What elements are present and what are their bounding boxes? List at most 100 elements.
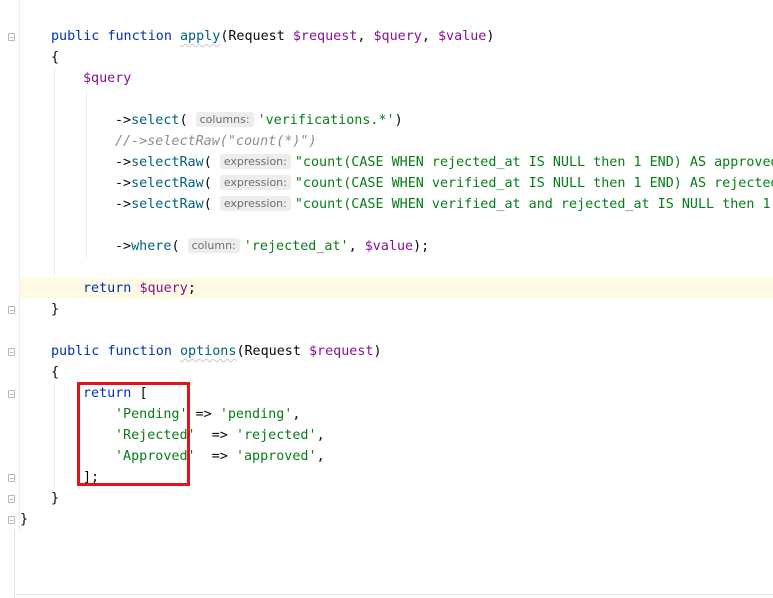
fold-icon[interactable]	[8, 516, 15, 524]
code-line[interactable]: }	[20, 509, 773, 530]
code-text: {	[51, 47, 59, 68]
code-text: public function apply(Request $request, …	[51, 26, 494, 47]
code-token: ->	[115, 113, 132, 128]
code-token: ->	[115, 155, 132, 170]
code-token: ;	[187, 281, 196, 296]
code-token: apply	[180, 29, 221, 44]
code-token: 'pending'	[219, 407, 293, 422]
code-token: (Request	[236, 344, 309, 359]
code-token: {	[51, 365, 60, 380]
code-token: =>	[187, 407, 220, 422]
code-token: $request	[309, 344, 374, 359]
code-text: ->selectRaw( expression: "count(CASE WHEN…	[115, 152, 773, 173]
code-line[interactable]: //->selectRaw("count(*)")	[20, 131, 773, 152]
panel-border	[14, 594, 773, 595]
code-token: "count(CASE WHEN verified_at IS NULL the…	[294, 176, 773, 191]
code-line[interactable]: ->selectRaw( expression: "count(CASE WHEN…	[20, 194, 773, 215]
code-token: ->	[115, 176, 132, 191]
code-token: public	[51, 344, 108, 359]
parameter-hint: columns:	[195, 112, 254, 127]
code-line[interactable]: public function options(Request $request…	[20, 341, 773, 362]
code-token: (	[203, 176, 220, 191]
code-text: $query	[83, 68, 131, 89]
code-token: (	[179, 113, 196, 128]
code-line[interactable]	[20, 257, 773, 278]
code-token: $value	[438, 29, 487, 44]
code-line[interactable]: ->where( column:'rejected_at', $value);	[20, 236, 773, 257]
code-token: =>	[195, 449, 236, 464]
code-token: selectRaw	[131, 197, 204, 212]
code-token: }	[20, 512, 29, 527]
code-token: ,	[292, 407, 301, 422]
editor-gutter	[0, 0, 20, 530]
panel-border	[14, 530, 15, 598]
code-token: (	[171, 239, 188, 254]
fold-icon[interactable]	[8, 495, 15, 503]
code-token: 'rejected_at'	[243, 239, 349, 254]
code-line[interactable]	[20, 89, 773, 110]
code-token: {	[51, 50, 60, 65]
code-token: ,	[316, 428, 325, 443]
code-line[interactable]: }	[20, 488, 773, 509]
fold-icon[interactable]	[8, 348, 15, 356]
code-token: }	[51, 302, 60, 317]
code-text: public function options(Request $request…	[51, 341, 382, 362]
code-token: )	[394, 113, 403, 128]
code-token: function	[107, 344, 180, 359]
code-text: {	[51, 362, 59, 383]
code-token: (Request	[220, 29, 293, 44]
code-token: ->	[115, 197, 132, 212]
code-token: (	[203, 155, 220, 170]
code-line[interactable]: public function apply(Request $request, …	[20, 26, 773, 47]
code-text: }	[51, 299, 59, 320]
code-token: selectRaw	[131, 176, 204, 191]
code-token: );	[413, 239, 430, 254]
code-token: options	[180, 344, 237, 359]
code-line[interactable]: $query	[20, 68, 773, 89]
code-token: "count(CASE WHEN verified_at and rejecte…	[294, 197, 773, 212]
code-token: )	[373, 344, 382, 359]
fold-icon[interactable]	[8, 33, 15, 41]
code-line[interactable]	[20, 320, 773, 341]
code-text: ->selectRaw( expression: "count(CASE WHEN…	[115, 173, 773, 194]
empty-panel	[14, 530, 773, 598]
code-token: 'approved'	[235, 449, 317, 464]
code-token: 'rejected'	[235, 428, 317, 443]
code-token: select	[131, 113, 180, 128]
code-token: ,	[421, 29, 438, 44]
code-token: return	[83, 281, 140, 296]
code-token: //->selectRaw("count(*)")	[115, 134, 317, 149]
code-text: return $query;	[83, 278, 196, 299]
highlight-box	[77, 382, 190, 486]
code-line[interactable]: {	[20, 362, 773, 383]
code-token: =>	[195, 428, 236, 443]
code-line[interactable]: }	[20, 299, 773, 320]
code-token: selectRaw	[131, 155, 204, 170]
code-token: (	[203, 197, 220, 212]
code-editor[interactable]: public function apply(Request $request, …	[0, 0, 773, 530]
code-token: }	[51, 491, 60, 506]
code-text: }	[20, 509, 28, 530]
code-token: ,	[348, 239, 365, 254]
code-text: ->where( column:'rejected_at', $value);	[115, 236, 429, 257]
code-line[interactable]: {	[20, 47, 773, 68]
code-token: $query	[373, 29, 422, 44]
code-line[interactable]: ->selectRaw( expression: "count(CASE WHEN…	[20, 173, 773, 194]
code-token: where	[131, 239, 172, 254]
code-token: )	[486, 29, 495, 44]
code-line[interactable]: ->selectRaw( expression: "count(CASE WHEN…	[20, 152, 773, 173]
fold-icon[interactable]	[8, 306, 15, 314]
code-text: ->select( columns:'verifications.*')	[115, 110, 403, 131]
code-line-current[interactable]: return $query;	[20, 278, 773, 299]
fold-icon[interactable]	[8, 390, 15, 398]
parameter-hint: expression:	[219, 196, 291, 211]
parameter-hint: column:	[187, 238, 240, 253]
code-token: ,	[316, 449, 325, 464]
code-token: ->	[115, 239, 132, 254]
code-line[interactable]	[20, 215, 773, 236]
parameter-hint: expression:	[219, 154, 291, 169]
code-token: public	[51, 29, 108, 44]
code-line[interactable]: ->select( columns:'verifications.*')	[20, 110, 773, 131]
code-text: }	[51, 488, 59, 509]
fold-icon[interactable]	[8, 474, 15, 482]
